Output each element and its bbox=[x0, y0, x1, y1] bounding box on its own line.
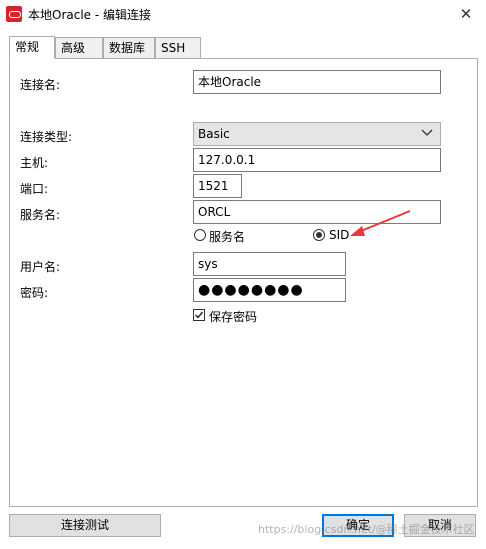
connection-type-label: 连接类型: bbox=[20, 130, 73, 144]
connection-name-label: 连接名: bbox=[20, 78, 61, 92]
save-password-checkbox[interactable] bbox=[193, 309, 205, 321]
host-input[interactable]: 127.0.0.1 bbox=[193, 148, 441, 172]
connection-type-value: Basic bbox=[198, 127, 230, 141]
tab-ssh[interactable]: SSH bbox=[155, 37, 201, 58]
watermark-text: https://blog.csdn.net/@稀土掘金技术社区 bbox=[258, 523, 475, 536]
connection-name-input[interactable]: 本地Oracle bbox=[193, 70, 441, 94]
port-input[interactable]: 1521 bbox=[193, 174, 242, 198]
annotation-arrow-icon bbox=[350, 210, 411, 236]
tab-database[interactable]: 数据库 bbox=[103, 37, 155, 58]
username-input[interactable]: sys bbox=[193, 252, 346, 276]
radio-service-name-label: 服务名 bbox=[209, 230, 246, 244]
title-bar: 本地Oracle - 编辑连接 ✕ bbox=[0, 0, 486, 29]
close-button[interactable]: ✕ bbox=[446, 0, 486, 29]
radio-sid[interactable] bbox=[313, 229, 325, 241]
save-password-label: 保存密码 bbox=[209, 310, 258, 324]
tab-advanced[interactable]: 高级 bbox=[55, 37, 103, 58]
host-label: 主机: bbox=[20, 156, 49, 170]
port-label: 端口: bbox=[20, 182, 49, 196]
oracle-app-icon bbox=[6, 6, 22, 22]
radio-service-name[interactable] bbox=[194, 229, 206, 241]
password-label: 密码: bbox=[20, 286, 49, 300]
test-connection-button[interactable]: 连接测试 bbox=[9, 514, 161, 537]
tab-general[interactable]: 常规 bbox=[9, 36, 55, 59]
connection-type-select[interactable]: Basic bbox=[193, 122, 441, 146]
password-input[interactable]: ●●●●●●●● bbox=[193, 278, 346, 302]
window-title: 本地Oracle - 编辑连接 bbox=[28, 8, 152, 22]
chevron-down-icon bbox=[421, 129, 433, 136]
username-label: 用户名: bbox=[20, 260, 61, 274]
checkmark-icon bbox=[195, 311, 204, 319]
service-name-label: 服务名: bbox=[20, 208, 61, 222]
